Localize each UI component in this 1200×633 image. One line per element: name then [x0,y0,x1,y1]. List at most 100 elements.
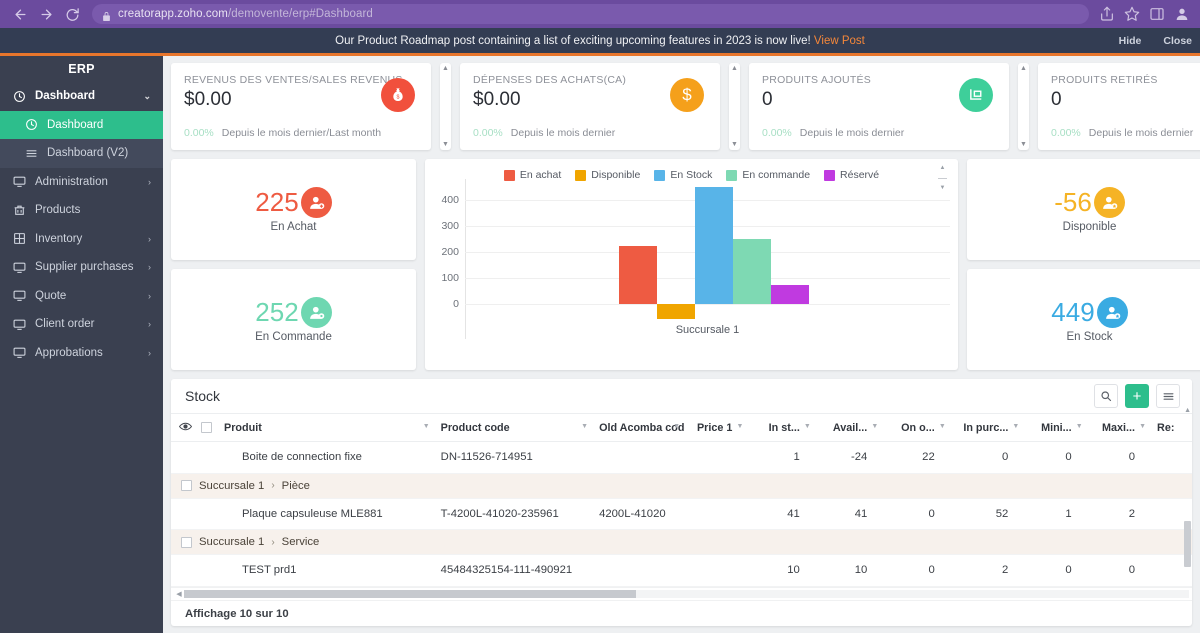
cell-old-acomba [593,441,686,474]
monitor-icon [12,289,26,303]
table-group-row[interactable]: Succursale 1 › Service [171,529,1192,555]
legend-scroll-control[interactable]: ▲ ▼ [936,165,949,191]
header-price-1[interactable]: Price 1 ▼ [685,413,749,442]
kpi-scrollbar-2[interactable]: ▲ ▼ [729,63,740,150]
chevron-down-icon: ⌄ [143,90,151,101]
table-row[interactable]: Plaque capsuleuse MLE881 T-4200L-41020-2… [171,498,1192,530]
hamburger-menu-icon[interactable] [1156,384,1180,408]
kpi-card-products-removed[interactable]: PRODUITS RETIRÉS 0 0.00% Depuis le mois … [1038,63,1200,150]
sidebar-item-inventory[interactable]: Inventory › [0,225,163,254]
sidebar-item-supplier-purchases[interactable]: Supplier purchases › [0,253,163,282]
select-all-checkbox[interactable] [201,422,212,433]
horizontal-scroll-thumb[interactable] [184,590,637,598]
sidebar-item-dashboard[interactable]: Dashboard [0,110,163,139]
sort-caret-icon[interactable]: ▼ [736,423,743,430]
header-available[interactable]: Avail... ▼ [815,413,884,442]
stat-card-en-achat[interactable]: 225 En Achat [171,159,416,260]
stat-card-disponible[interactable]: -56 Disponible [967,159,1200,260]
forward-arrow-icon[interactable] [34,2,58,26]
header-on-order[interactable]: On o... ▼ [883,413,951,442]
kpi-scrollbar-1[interactable]: ▲ ▼ [440,63,451,150]
bar-reserve[interactable] [771,285,809,304]
banner-close-button[interactable]: Close [1163,35,1192,47]
sidebar-item-products[interactable]: Products [0,196,163,225]
table-horizontal-scrollbar[interactable]: ◀ [171,587,1192,600]
row-select-cell[interactable] [171,498,218,530]
stat-value: 225 [255,186,299,217]
sort-caret-icon[interactable]: ▼ [581,423,588,430]
kpi-scrollbar-3[interactable]: ▲ ▼ [1018,63,1029,150]
banner-hide-button[interactable]: Hide [1119,35,1142,47]
sidebar-item-dashboard-v2[interactable]: Dashboard (V2) [0,139,163,168]
plus-icon[interactable]: + [1125,384,1149,408]
header-in-purchase[interactable]: In purc... ▼ [950,413,1025,442]
group-checkbox[interactable] [181,480,192,491]
search-icon[interactable] [1094,384,1118,408]
eye-icon[interactable] [178,422,193,434]
sort-caret-icon[interactable]: ▼ [423,423,430,430]
group-checkbox[interactable] [181,536,192,548]
bank-icon [12,203,26,217]
sort-caret-icon[interactable]: ▼ [1076,423,1083,430]
stat-card-en-commande[interactable]: 252 En Commande [171,269,416,370]
legend-item-en-commande[interactable]: En commande [726,169,810,181]
kpi-card-sales-revenue[interactable]: REVENUS DES VENTES/SALES REVENUS $0.00 0… [171,63,431,150]
header-maxi[interactable]: Maxi... ▼ [1087,413,1152,442]
legend-item-en-stock[interactable]: En Stock [654,169,712,181]
scroll-down-icon[interactable]: ▼ [442,141,449,148]
scroll-up-icon[interactable]: ▲ [1020,65,1027,72]
vertical-scroll-thumb[interactable] [1184,521,1191,567]
table-vertical-scrollbar[interactable]: ▲ [1183,407,1191,586]
scroll-up-icon[interactable]: ▲ [1184,407,1191,414]
header-mini[interactable]: Mini... ▼ [1024,413,1088,442]
scroll-left-icon[interactable]: ◀ [174,590,184,598]
legend-item-en-achat[interactable]: En achat [503,169,561,181]
monitor-icon [12,260,26,274]
table-group-row[interactable]: Succursale 1 › Pièce [171,473,1192,499]
sidebar-item-approbations[interactable]: Approbations › [0,339,163,368]
kpi-card-purchase-expenses[interactable]: DÉPENSES DES ACHATS(CA) $0.00 0.00% Depu… [460,63,720,150]
profile-avatar-icon[interactable] [1174,6,1190,22]
row-select-cell[interactable] [171,441,218,474]
header-produit[interactable]: Produit ▼ [218,413,435,442]
back-arrow-icon[interactable] [8,2,32,26]
scroll-down-icon[interactable]: ▼ [731,141,738,148]
address-bar[interactable]: creatorapp.zoho.com/demovente/erp#Dashbo… [92,4,1089,24]
reload-icon[interactable] [60,2,84,26]
scroll-down-icon[interactable]: ▼ [1020,141,1027,148]
bar-en-achat[interactable] [619,245,657,304]
star-icon[interactable] [1124,6,1140,22]
header-product-code[interactable]: Product code ▼ [434,413,594,442]
table-row[interactable]: Boite de connection fixe DN-11526-714951… [171,441,1192,474]
sort-caret-icon[interactable]: ▼ [871,423,878,430]
sort-caret-icon[interactable]: ▼ [804,423,811,430]
view-post-link[interactable]: View Post [814,35,865,47]
sidebar-item-quote[interactable]: Quote › [0,282,163,311]
scroll-up-icon[interactable]: ▲ [731,65,738,72]
kpi-percent: 0.00% [184,127,214,139]
kpi-card-products-added[interactable]: PRODUITS AJOUTÉS 0 0.00% Depuis le mois … [749,63,1009,150]
header-old-acomba-code[interactable]: Old Acomba code ▼ [593,413,690,442]
share-icon[interactable] [1099,6,1115,22]
row-select-cell[interactable] [171,554,218,587]
stat-card-en-stock[interactable]: 449 En Stock [967,269,1200,370]
scroll-up-icon[interactable]: ▲ [442,65,449,72]
chart-plot-area [465,179,950,339]
sidebar-item-administration[interactable]: Administration › [0,168,163,197]
bar-en-commande[interactable] [733,238,771,304]
sort-caret-icon[interactable]: ▼ [939,423,946,430]
sort-caret-icon[interactable]: ▼ [1012,423,1019,430]
side-panel-icon[interactable] [1149,6,1165,22]
legend-item-reserve[interactable]: Réservé [824,169,879,181]
sort-caret-icon[interactable]: ▼ [673,423,680,430]
header-in-stock[interactable]: In st... ▼ [748,413,816,442]
scroll-up-icon[interactable]: ▲ [940,165,946,171]
legend-item-disponible[interactable]: Disponible [575,169,640,181]
table-row[interactable]: TEST prd1 45484325154-111-490921 10 10 0… [171,554,1192,587]
sidebar-item-client-order[interactable]: Client order › [0,310,163,339]
sort-caret-icon[interactable]: ▼ [1139,423,1146,430]
bar-disponible[interactable] [657,304,695,319]
bar-en-stock[interactable] [695,187,733,304]
sidebar-item-dashboard-group[interactable]: Dashboard ⌄ [0,82,163,111]
horizontal-scroll-track[interactable] [184,590,1189,598]
